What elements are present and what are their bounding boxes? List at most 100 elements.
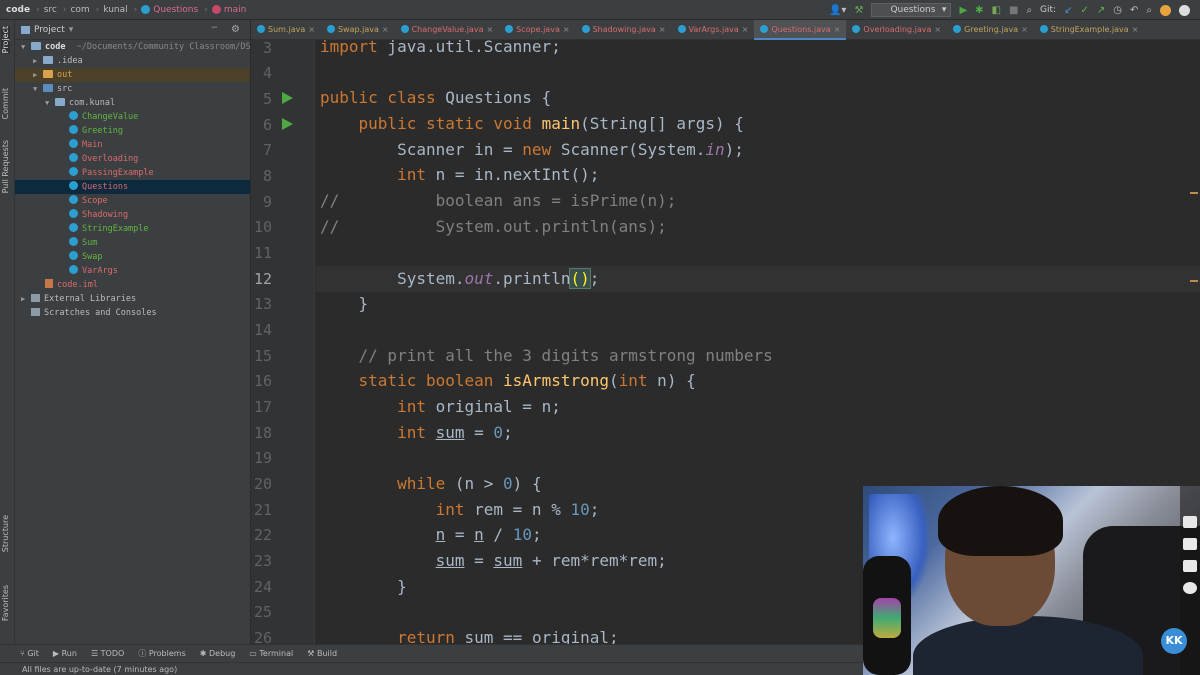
tree-node-out[interactable]: ▶ out [15, 68, 250, 82]
run-configuration-select[interactable]: Questions [871, 3, 952, 17]
problems-tool-button[interactable]: ⓘ Problems [138, 648, 185, 659]
tree-class-stringexample[interactable]: StringExample [15, 222, 250, 236]
java-class-icon [257, 25, 265, 33]
close-icon[interactable]: × [934, 25, 941, 34]
tab-stringexample[interactable]: StringExample.java × [1034, 20, 1145, 40]
tree-node-root[interactable]: ▼ code ~/Documents/Community Classroom/DS [15, 40, 251, 54]
warning-marker[interactable] [1190, 280, 1198, 282]
chevron-down-icon[interactable]: ▼ [33, 82, 43, 96]
tree-class-swap[interactable]: Swap [15, 250, 250, 264]
tree-class-scope[interactable]: Scope [15, 194, 250, 208]
close-icon[interactable]: × [563, 25, 570, 34]
tree-file-iml[interactable]: code.iml [15, 278, 250, 292]
updates-icon[interactable] [1160, 4, 1171, 16]
structure-tool-tab[interactable]: Structure [1, 515, 10, 552]
debug-tool-button[interactable]: ✱ Debug [200, 649, 236, 658]
tab-questions[interactable]: Questions.java × [754, 20, 847, 40]
project-tool-tab[interactable]: Project [1, 26, 10, 54]
gear-icon[interactable] [1183, 582, 1197, 594]
chevron-right-icon[interactable]: ▶ [33, 68, 43, 82]
tab-changevalue[interactable]: ChangeValue.java × [395, 20, 500, 40]
method-icon [211, 5, 221, 14]
minimize-icon[interactable]: − [210, 23, 218, 33]
class-label: Shadowing [82, 210, 129, 220]
close-icon[interactable]: × [659, 25, 666, 34]
stop-icon[interactable]: ■ [1009, 5, 1018, 16]
tree-node-package[interactable]: ▼ com.kunal [15, 96, 250, 110]
folder-icon [31, 42, 41, 50]
close-icon[interactable]: × [486, 25, 493, 34]
debug-icon[interactable]: ✱ [975, 5, 983, 16]
close-icon[interactable]: × [742, 25, 749, 34]
chevron-down-icon[interactable]: ▼ [45, 96, 55, 110]
tree-node-external-libraries[interactable]: ▶ External Libraries [15, 292, 250, 306]
hammer-icon[interactable]: ⚒ [854, 5, 863, 16]
close-icon[interactable]: × [382, 25, 389, 34]
rollback-icon[interactable]: ↶ [1130, 5, 1138, 16]
settings-icon[interactable] [1179, 4, 1190, 16]
chevron-right-icon[interactable]: ▶ [33, 54, 43, 68]
warning-marker[interactable] [1190, 192, 1198, 194]
breadcrumb-questions[interactable]: Questions [153, 5, 198, 15]
build-tool-button[interactable]: ⚒ Build [307, 649, 337, 658]
todo-tool-button[interactable]: ☰ TODO [91, 649, 124, 658]
tree-class-overloading[interactable]: Overloading [15, 152, 250, 166]
run-main-gutter-icon[interactable] [282, 118, 293, 130]
commit-tool-tab[interactable]: Commit [1, 88, 10, 119]
close-icon[interactable]: × [308, 25, 315, 34]
tree-class-changevalue[interactable]: ChangeValue [15, 110, 250, 124]
git-tool-button[interactable]: ⑂ Git [20, 649, 39, 658]
tab-scope[interactable]: Scope.java × [499, 20, 575, 40]
chevron-right-icon[interactable]: ▶ [21, 292, 31, 306]
terminal-tool-button[interactable]: ▭ Terminal [249, 649, 293, 658]
tree-class-sum[interactable]: Sum [15, 236, 250, 250]
chevron-down-icon[interactable]: ▾ [69, 25, 74, 35]
user-icon[interactable]: 👤▾ [829, 5, 846, 16]
breadcrumb-src[interactable]: src [44, 5, 57, 15]
tree-node-idea[interactable]: ▶ .idea [15, 54, 250, 68]
project-panel-icon [21, 25, 30, 34]
favorites-tool-tab[interactable]: Favorites [1, 585, 10, 621]
coverage-icon[interactable]: ◧ [992, 5, 1001, 16]
tree-class-questions[interactable]: Questions [15, 180, 250, 194]
search-everywhere-icon[interactable]: ⌕ [1026, 5, 1032, 16]
gear-icon[interactable]: ⚙ [231, 24, 240, 35]
breadcrumb-com[interactable]: com [70, 5, 89, 15]
history-icon[interactable]: ◷ [1113, 5, 1122, 16]
search-icon[interactable]: ⌕ [1146, 5, 1152, 16]
close-icon[interactable]: × [834, 25, 841, 34]
camera-icon[interactable] [1183, 516, 1197, 528]
code-line: int original = n; [397, 397, 561, 416]
close-icon[interactable]: × [1021, 25, 1028, 34]
code-line: System.out.println(); [320, 268, 600, 289]
breadcrumb-code[interactable]: code [6, 5, 30, 15]
tree-class-main[interactable]: Main [15, 138, 250, 152]
chevron-down-icon[interactable]: ▼ [21, 40, 31, 54]
project-panel-title[interactable]: Project [34, 25, 65, 35]
git-push-icon[interactable]: ↗ [1097, 5, 1105, 16]
tab-overloading[interactable]: Overloading.java × [846, 20, 947, 40]
git-commit-icon[interactable]: ✓ [1080, 5, 1088, 16]
run-class-gutter-icon[interactable] [282, 92, 293, 104]
breadcrumb-kunal[interactable]: kunal [103, 5, 127, 15]
tab-greeting[interactable]: Greeting.java × [947, 20, 1034, 40]
run-icon[interactable]: ▶ [959, 5, 967, 16]
tree-class-passingexample[interactable]: PassingExample [15, 166, 250, 180]
tab-shadowing[interactable]: Shadowing.java × [576, 20, 672, 40]
class-label: ChangeValue [82, 112, 139, 122]
pull-requests-tool-tab[interactable]: Pull Requests [1, 140, 10, 193]
tree-node-scratches[interactable]: Scratches and Consoles [15, 306, 250, 320]
tab-swap[interactable]: Swap.java × [321, 20, 395, 40]
tree-class-shadowing[interactable]: Shadowing [15, 208, 250, 222]
line-number: 6 [262, 116, 272, 134]
video-icon[interactable] [1183, 538, 1197, 550]
breadcrumb-main[interactable]: main [224, 5, 247, 15]
close-icon[interactable]: × [1132, 25, 1139, 34]
tree-node-src[interactable]: ▼ src [15, 82, 250, 96]
run-tool-button[interactable]: ▶ Run [53, 649, 77, 658]
git-update-icon[interactable]: ↙ [1064, 5, 1072, 16]
window-icon[interactable] [1183, 560, 1197, 572]
tree-class-greeting[interactable]: Greeting [15, 124, 250, 138]
tab-varargs[interactable]: VarArgs.java × [672, 20, 755, 40]
tree-class-varargs[interactable]: VarArgs [15, 264, 250, 278]
